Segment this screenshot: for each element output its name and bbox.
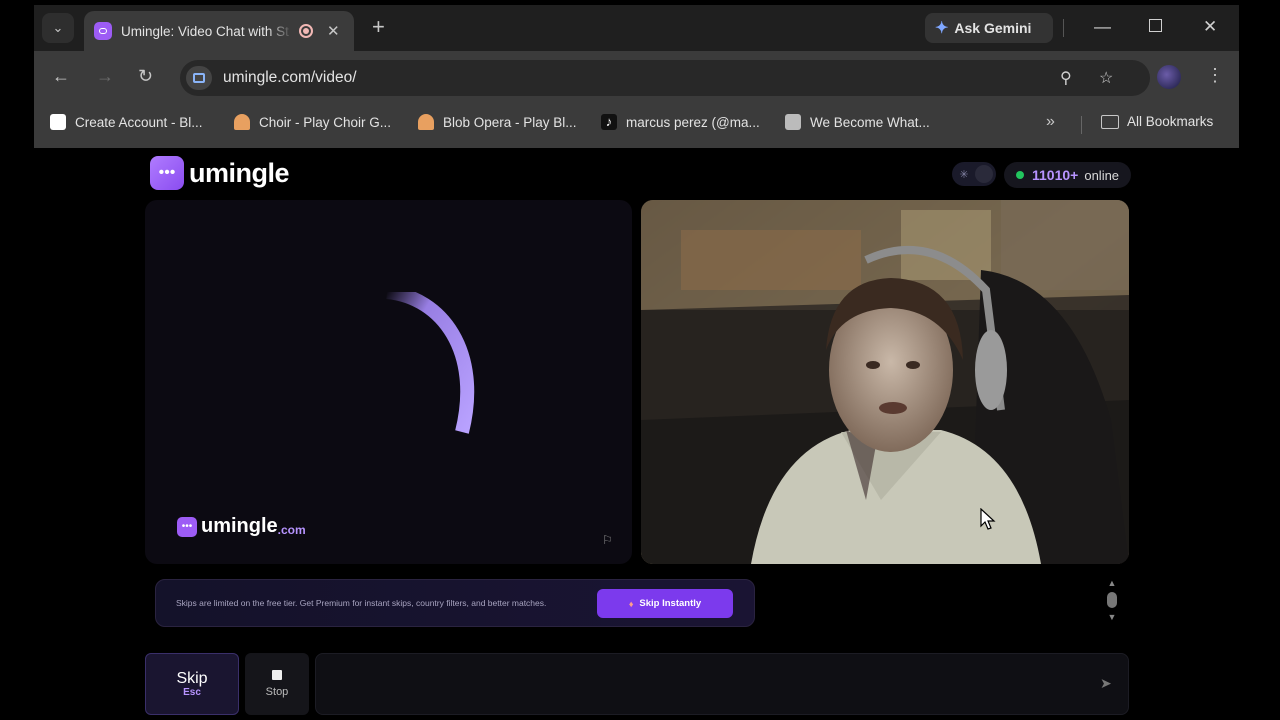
- chat-scrollbar[interactable]: ▲ ▼: [1102, 578, 1122, 636]
- bookmark-label: We Become What...: [810, 114, 930, 130]
- close-window-button[interactable]: ✕: [1203, 17, 1217, 37]
- stop-label: Stop: [265, 686, 289, 698]
- bookmark-label: Blob Opera - Play Bl...: [443, 114, 577, 130]
- banner-text: Skips are limited on the free tier. Get …: [176, 598, 547, 608]
- forward-button[interactable]: →: [96, 65, 114, 87]
- stranger-video-panel: ••• umingle .com ⚐: [145, 200, 632, 564]
- umingle-favicon-icon: [94, 22, 112, 40]
- chat-area: Skips are limited on the free tier. Get …: [145, 568, 1129, 646]
- recording-indicator-icon: [299, 24, 313, 38]
- bookmark-item[interactable]: We Become What...: [785, 114, 930, 130]
- video-camera-icon[interactable]: [186, 66, 212, 90]
- chat-controls: Skip Esc Stop ➤: [145, 653, 1129, 715]
- umingle-watermark: ••• umingle .com: [177, 515, 306, 538]
- all-bookmarks-label: All Bookmarks: [1127, 114, 1214, 129]
- chat-bubble-icon: •••: [177, 516, 197, 537]
- chevron-down-icon: ⌄: [52, 20, 64, 35]
- ask-gemini-button[interactable]: ✦ Ask Gemini: [925, 13, 1053, 43]
- maximize-button[interactable]: [1149, 16, 1162, 32]
- bookmark-item[interactable]: Blob Opera - Play Bl...: [418, 114, 577, 130]
- stop-button[interactable]: Stop: [245, 653, 309, 715]
- umingle-logo[interactable]: ••• umingle: [150, 156, 290, 190]
- bookmark-item[interactable]: Create Account - Bl...: [50, 114, 203, 130]
- bookmark-label: Choir - Play Choir G...: [259, 114, 392, 130]
- opera-singer-icon: [418, 114, 434, 130]
- premium-banner: Skips are limited on the free tier. Get …: [155, 579, 755, 627]
- online-badge: 11010+ online: [1004, 162, 1132, 188]
- report-flag-icon[interactable]: ⚐: [602, 533, 613, 547]
- minimize-button[interactable]: —: [1094, 17, 1111, 37]
- close-tab-icon[interactable]: ✕: [327, 22, 340, 40]
- bookmark-item[interactable]: Choir - Play Choir G...: [234, 114, 391, 130]
- divider: [1081, 116, 1082, 134]
- gemini-sparkle-icon: ✦: [935, 20, 949, 37]
- game-thumb-icon: [785, 114, 801, 130]
- scroll-up-icon[interactable]: ▲: [1102, 578, 1122, 588]
- tab-strip: ⌄ Umingle: Video Chat with St ✕ + ✦ Ask …: [34, 5, 1239, 51]
- send-icon[interactable]: ➤: [1100, 675, 1112, 692]
- all-bookmarks-button[interactable]: All Bookmarks: [1101, 114, 1213, 129]
- umingle-page: ••• umingle ✳ 11010+ online ••• umingle …: [34, 148, 1239, 720]
- theme-toggle[interactable]: ✳: [952, 162, 996, 186]
- skip-shortcut: Esc: [183, 687, 201, 698]
- online-dot-icon: [1016, 171, 1024, 179]
- message-input[interactable]: [315, 653, 1129, 715]
- browser-window: ⌄ Umingle: Video Chat with St ✕ + ✦ Ask …: [34, 5, 1239, 720]
- tab-umingle[interactable]: Umingle: Video Chat with St ✕: [84, 11, 354, 51]
- choir-singer-icon: [234, 114, 250, 130]
- bookmark-item[interactable]: ♪ marcus perez (@ma...: [601, 114, 760, 130]
- skip-button[interactable]: Skip Esc: [145, 653, 239, 715]
- address-bar[interactable]: umingle.com/video/ ⚲ ☆: [180, 60, 1150, 96]
- skip-label: Skip: [176, 670, 208, 687]
- chevron-double-right-icon[interactable]: »: [1046, 113, 1055, 131]
- reload-button[interactable]: ↻: [138, 65, 153, 87]
- mouse-cursor-icon: [980, 508, 996, 530]
- scroll-down-icon[interactable]: ▼: [1102, 612, 1122, 622]
- flame-icon: ♦: [628, 598, 634, 609]
- profile-avatar[interactable]: [1157, 65, 1181, 89]
- skip-instantly-button[interactable]: ♦ Skip Instantly: [597, 589, 733, 618]
- bookmark-label: marcus perez (@ma...: [626, 114, 760, 130]
- bluesky-like-icon: [50, 114, 66, 130]
- online-count: 11010+: [1032, 167, 1079, 183]
- more-menu-icon[interactable]: ⋮: [1206, 65, 1224, 86]
- online-label: online: [1084, 167, 1120, 183]
- webcam-image: [641, 200, 1129, 564]
- folder-icon: [1101, 114, 1119, 129]
- brand-name: umingle: [189, 157, 290, 188]
- bookmarks-bar: Create Account - Bl... Choir - Play Choi…: [34, 103, 1239, 148]
- loading-spinner-icon: [386, 292, 475, 434]
- stop-icon: [272, 670, 282, 680]
- self-webcam-video: [641, 200, 1129, 564]
- tab-search-button[interactable]: ⌄: [42, 13, 74, 43]
- zoom-icon[interactable]: ⚲: [1060, 68, 1072, 88]
- bookmark-label: Create Account - Bl...: [75, 114, 203, 130]
- tab-title: Umingle: Video Chat with St: [121, 23, 289, 39]
- watermark-name: umingle: [201, 515, 278, 537]
- toggle-knob: [975, 165, 993, 183]
- divider: [1063, 19, 1064, 37]
- watermark-domain: .com: [277, 522, 306, 537]
- browser-toolbar: ← → ↻ umingle.com/video/ ⚲ ☆ ⋮: [34, 51, 1239, 103]
- new-tab-button[interactable]: +: [372, 16, 385, 38]
- scroll-thumb[interactable]: [1107, 592, 1117, 608]
- back-button[interactable]: ←: [52, 65, 70, 87]
- url-text: umingle.com/video/: [223, 69, 357, 86]
- skip-instantly-label: Skip Instantly: [639, 598, 702, 609]
- tiktok-icon: ♪: [601, 114, 617, 130]
- sun-icon: ✳: [959, 168, 969, 181]
- ask-gemini-label: Ask Gemini: [954, 20, 1032, 36]
- chat-bubble-icon: •••: [150, 156, 184, 190]
- bookmark-star-icon[interactable]: ☆: [1099, 68, 1113, 88]
